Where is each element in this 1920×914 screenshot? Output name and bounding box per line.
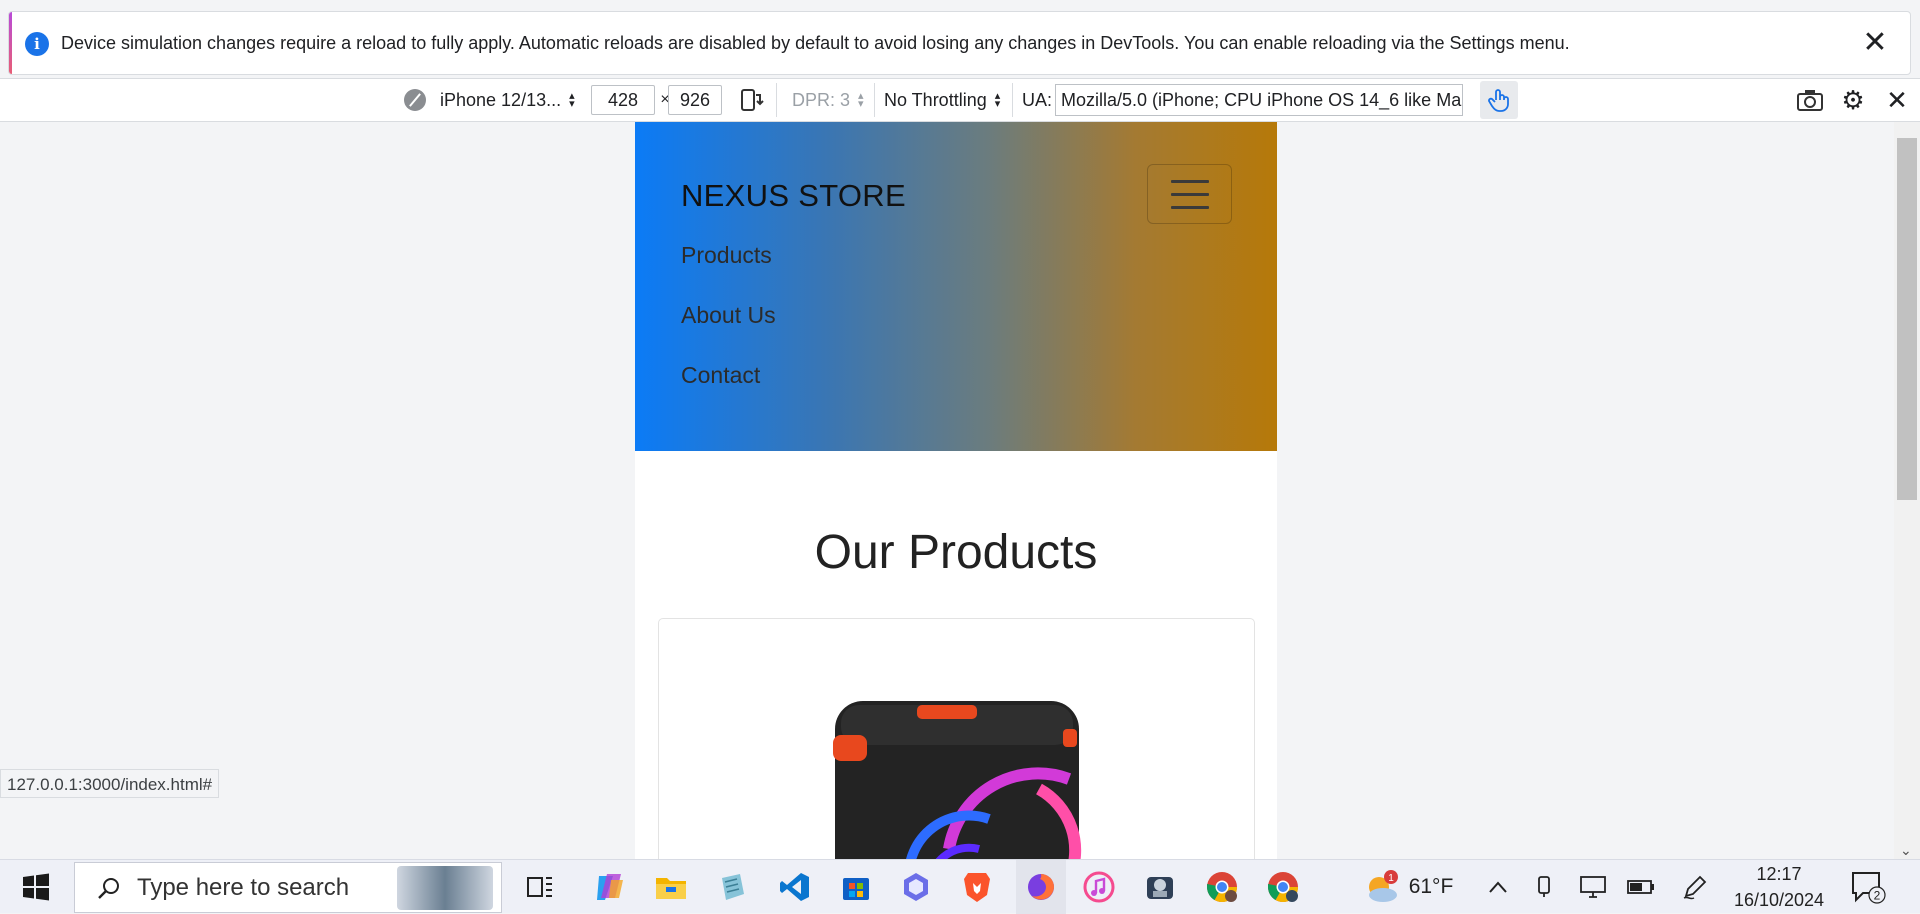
hamburger-line [1171, 193, 1209, 196]
file-explorer-icon[interactable] [651, 860, 691, 914]
viewport-scrollbar[interactable]: ⌄ [1894, 122, 1920, 859]
toolbar-divider [1012, 83, 1013, 117]
notification-icon[interactable]: 2 [1848, 860, 1888, 914]
chevron-down-icon[interactable]: ⌄ [1900, 842, 1912, 859]
itunes-icon[interactable] [1079, 860, 1119, 914]
nav-link-about[interactable]: About Us [681, 302, 776, 329]
weather-widget[interactable]: 1 61°F [1353, 860, 1463, 914]
ua-label: UA: [1022, 89, 1053, 110]
dpr-select[interactable]: DPR: 3 ▴ ▾ [792, 79, 868, 121]
notification-count: 2 [1874, 889, 1881, 903]
nav-link-products[interactable]: Products [681, 242, 772, 269]
select-arrows-icon: ▴ ▾ [569, 90, 575, 110]
menu-toggle-button[interactable] [1147, 164, 1232, 224]
search-highlight-icon [397, 865, 493, 910]
notepad-icon[interactable] [713, 860, 753, 914]
gear-icon[interactable]: ⚙ [1838, 79, 1868, 121]
battery-icon[interactable] [1621, 860, 1661, 914]
search-icon [98, 877, 119, 899]
info-icon: i [25, 32, 49, 56]
device-toolbar: iPhone 12/13... ▴ ▾ 428 × 926 DPR: 3 ▴ ▾ N… [0, 78, 1920, 122]
copilot-app-icon[interactable] [896, 860, 936, 914]
throttling-label: No Throttling [884, 89, 987, 110]
nav-link-contact[interactable]: Contact [681, 362, 760, 389]
scrollbar-thumb[interactable] [1897, 138, 1917, 500]
device-name: iPhone 12/13... [440, 89, 562, 110]
devtools-infobar: i Device simulation changes require a re… [0, 0, 1920, 78]
device-toolbar-close-button[interactable]: ✕ [1882, 79, 1912, 121]
pen-icon[interactable] [1675, 860, 1715, 914]
toolbar-divider [874, 83, 875, 117]
height-input[interactable]: 926 [668, 85, 722, 115]
firefox-icon[interactable] [1016, 860, 1066, 914]
device-mode-icon [404, 89, 426, 111]
infobar-panel: i Device simulation changes require a re… [8, 11, 1911, 75]
temperature: 61°F [1408, 875, 1454, 898]
task-view-icon[interactable] [520, 860, 560, 914]
touch-icon[interactable] [1480, 81, 1518, 119]
status-url: 127.0.0.1:3000/index.html# [0, 769, 220, 798]
product-card[interactable] [658, 618, 1255, 859]
windows-taskbar: Type here to search 1 61°F 12:17 16/10/2… [0, 859, 1920, 914]
chevron-up-icon[interactable] [1478, 860, 1518, 914]
width-input[interactable]: 428 [591, 85, 655, 115]
taskbar-search-input[interactable]: Type here to search [74, 862, 502, 913]
mobile-page: NEXUS STORE Products About Us Contact Ou… [635, 122, 1277, 859]
camera-icon[interactable] [1795, 79, 1825, 121]
user-agent-input[interactable]: Mozilla/5.0 (iPhone; CPU iPhone OS 14_6 … [1055, 84, 1463, 116]
toolbar-divider [776, 83, 777, 117]
vscode-icon[interactable] [775, 860, 815, 914]
weather-badge: 1 [1388, 873, 1394, 884]
clock-date: 16/10/2024 [1733, 890, 1825, 910]
device-select[interactable]: iPhone 12/13... ▴ ▾ [404, 79, 579, 121]
chrome-icon[interactable] [1202, 860, 1242, 914]
system-clock[interactable]: 12:17 16/10/2024 [1724, 860, 1834, 914]
infobar-message: Device simulation changes require a relo… [61, 33, 1570, 53]
section-title: Our Products [814, 526, 1098, 579]
rotate-icon[interactable] [736, 79, 766, 121]
clock-time: 12:17 [1756, 864, 1802, 884]
search-placeholder: Type here to search [137, 873, 350, 901]
chrome-profile-icon[interactable] [1263, 860, 1303, 914]
select-arrows-icon: ▴ ▾ [994, 90, 1001, 110]
brand-logo[interactable]: NEXUS STORE [681, 178, 906, 214]
infobar-accent [9, 12, 12, 74]
hamburger-line [1171, 206, 1209, 209]
meet-now-icon[interactable] [1526, 860, 1566, 914]
dpr-label: DPR: 3 [792, 89, 851, 110]
navbar-hero: NEXUS STORE Products About Us Contact [635, 122, 1277, 451]
weather-icon: 1 [1368, 870, 1398, 902]
throttling-select[interactable]: No Throttling ▴ ▾ [884, 79, 1005, 121]
brave-icon[interactable] [957, 860, 997, 914]
select-arrows-icon: ▴ ▾ [858, 90, 864, 110]
infobar-close-button[interactable]: ✕ [1858, 26, 1892, 60]
game-app-icon[interactable] [1140, 860, 1180, 914]
copilot-icon[interactable] [590, 860, 630, 914]
product-image [833, 701, 1082, 859]
device-viewport: NEXUS STORE Products About Us Contact Ou… [0, 122, 1894, 859]
hamburger-line [1171, 180, 1209, 183]
network-icon[interactable] [1573, 860, 1613, 914]
microsoft-store-icon[interactable] [836, 860, 876, 914]
windows-start-icon[interactable] [16, 860, 56, 914]
